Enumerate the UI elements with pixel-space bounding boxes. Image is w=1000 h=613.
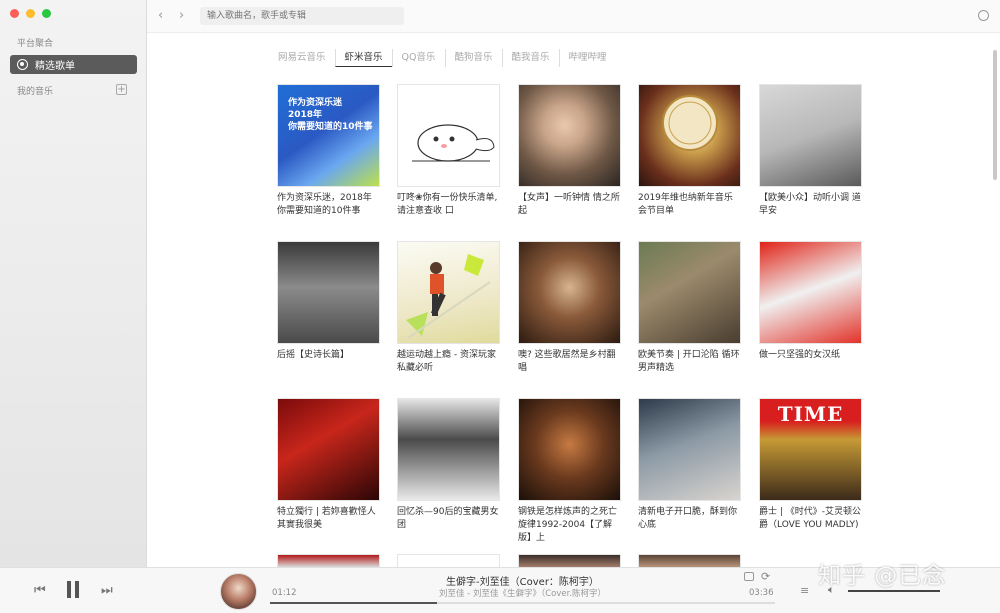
playlist-cover[interactable] [638, 241, 741, 344]
playlist-title[interactable]: 做一只坚强的女汉纸 [759, 349, 862, 362]
playlist-card[interactable]: 越运动越上瘾 - 资深玩家私藏必听 [397, 241, 500, 375]
playlist-title[interactable]: 【欧美小众】动听小调 道早安 [759, 192, 862, 218]
playlist-title[interactable]: 钢铁是怎样炼声的之死亡旋律1992-2004【了解版】上 [518, 506, 621, 545]
playlist-cover[interactable] [277, 554, 380, 567]
playlist-card[interactable] [397, 554, 500, 567]
loop-icon[interactable]: ⟳ [761, 570, 770, 583]
playlist-title[interactable]: 2019年维也纳新年音乐会节目单 [638, 192, 741, 218]
sidebar-item-label: 精选歌单 [35, 61, 75, 72]
runner-graphic-icon [406, 254, 491, 339]
playlist-cover[interactable] [638, 554, 741, 567]
playlist-title[interactable]: 爵士 | 《时代》-艾灵顿公爵（LOVE YOU MADLY) [759, 506, 862, 532]
playlist-card[interactable]: 【欧美小众】动听小调 道早安 [759, 84, 862, 218]
playlist-card[interactable] [638, 554, 741, 567]
sidebar-item-featured-playlists[interactable]: 精选歌单 [10, 55, 137, 74]
playlist-cover[interactable] [277, 241, 380, 344]
playlist-card[interactable]: 特立獨行 | 若妳喜歡怪人 其實我很美 [277, 398, 380, 532]
toolbar: ‹ › [147, 0, 1000, 33]
tab-kuwo[interactable]: 酷我音乐 [501, 49, 559, 67]
playlist-title[interactable]: 作为资深乐迷，2018年你需要知道的10件事 [277, 192, 380, 218]
playlist-cover[interactable] [518, 241, 621, 344]
song-title: 生僻字-刘至佳（Cover：陈柯宇） [446, 577, 599, 588]
tab-kugou[interactable]: 酷狗音乐 [444, 49, 502, 67]
playlist-cover[interactable] [759, 84, 862, 187]
next-icon[interactable]: ⏭ [101, 583, 113, 598]
playlist-title[interactable]: 特立獨行 | 若妳喜歡怪人 其實我很美 [277, 506, 380, 532]
concert-emblem-icon [662, 95, 718, 151]
window-controls [10, 9, 51, 18]
pause-button[interactable] [67, 581, 80, 598]
playlist-title[interactable]: 回忆杀—90后的宝藏男女团 [397, 506, 500, 532]
volume-slider[interactable] [848, 590, 940, 592]
progress-fill [270, 602, 437, 604]
forward-button[interactable]: › [179, 8, 184, 23]
tab-xiami[interactable]: 虾米音乐 [334, 49, 392, 67]
playlist-title[interactable]: 【女声】一听钟情 情之所起 [518, 192, 621, 218]
tab-bilibili[interactable]: 哔哩哔哩 [558, 49, 616, 67]
progress-bar[interactable] [270, 602, 775, 604]
playlist-card[interactable]: 噢? 这些歌居然是乡村翻唱 [518, 241, 621, 375]
playlist-cover[interactable]: TIME [759, 398, 862, 501]
playlist-title[interactable]: 噢? 这些歌居然是乡村翻唱 [518, 349, 621, 375]
playlist-card[interactable]: 作为资深乐迷 2018年 你需要知道的10件事 作为资深乐迷，2018年你需要知… [277, 84, 380, 218]
sidebar-section-my-music: 我的音乐 [17, 87, 54, 97]
minimize-window-button[interactable] [26, 9, 35, 18]
playlist-cover[interactable] [397, 241, 500, 344]
playlist-cover[interactable] [518, 398, 621, 501]
playlist-cover[interactable] [638, 84, 741, 187]
folder-add-icon[interactable] [744, 572, 754, 581]
playlist-card[interactable]: 叮咚❀你有一份快乐清单,请注意查收 口 [397, 84, 500, 218]
close-window-button[interactable] [10, 9, 19, 18]
playlist-cover[interactable] [759, 241, 862, 344]
cover-text: 作为资深乐迷 2018年 你需要知道的10件事 [288, 98, 373, 132]
cover-text: TIME [777, 402, 844, 426]
playlist-title[interactable]: 清新电子开口脆，酥到你心底 [638, 506, 741, 532]
cartoon-icon [412, 124, 495, 162]
playlist-card[interactable]: 欧美节奏 | 开口沦陷 循环男声精选 [638, 241, 741, 375]
playlist-card[interactable]: 【女声】一听钟情 情之所起 [518, 84, 621, 218]
song-artist-album: 刘至佳 - 刘至佳《生僻字》（Cover.陈柯宇） [438, 589, 607, 599]
playlist-card[interactable]: 后摇【史诗长篇】 [277, 241, 380, 362]
playlist-card[interactable]: 2019年维也纳新年音乐会节目单 [638, 84, 741, 218]
playlist-card[interactable] [277, 554, 380, 567]
disc-icon [17, 59, 28, 70]
playlist-title[interactable]: 越运动越上瘾 - 资深玩家私藏必听 [397, 349, 500, 375]
playlist-card[interactable] [518, 554, 621, 567]
playlist-title[interactable]: 后摇【史诗长篇】 [277, 349, 380, 362]
playlist-cover[interactable] [397, 84, 500, 187]
sidebar-section-platform: 平台聚合 [17, 39, 54, 49]
playlist-card[interactable]: 清新电子开口脆，酥到你心底 [638, 398, 741, 532]
tab-netease[interactable]: 网易云音乐 [278, 49, 335, 67]
gear-icon[interactable] [978, 10, 989, 21]
album-art[interactable] [220, 573, 257, 610]
search-input[interactable] [200, 7, 404, 25]
playlist-card[interactable]: 回忆杀—90后的宝藏男女团 [397, 398, 500, 532]
playlist-cover[interactable] [277, 398, 380, 501]
sidebar: 平台聚合 精选歌单 我的音乐 + [0, 0, 147, 567]
maximize-window-button[interactable] [42, 9, 51, 18]
playlist-card[interactable]: TIME 爵士 | 《时代》-艾灵顿公爵（LOVE YOU MADLY) [759, 398, 862, 532]
playlist-card[interactable]: 钢铁是怎样炼声的之死亡旋律1992-2004【了解版】上 [518, 398, 621, 545]
playlist-cover[interactable] [397, 554, 500, 567]
add-playlist-icon[interactable]: + [116, 84, 127, 95]
playlist-card[interactable]: 做一只坚强的女汉纸 [759, 241, 862, 362]
scrollbar[interactable] [993, 50, 997, 180]
playlist-cover[interactable]: 作为资深乐迷 2018年 你需要知道的10件事 [277, 84, 380, 187]
platform-tabs: 网易云音乐 虾米音乐 QQ音乐 酷狗音乐 酷我音乐 哔哩哔哩 [278, 49, 616, 67]
playlist-icon[interactable]: ≡ [800, 584, 809, 597]
playlist-cover[interactable] [518, 554, 621, 567]
playlist-title[interactable]: 叮咚❀你有一份快乐清单,请注意查收 口 [397, 192, 500, 218]
previous-icon[interactable]: ⏮ [34, 583, 46, 598]
playlist-cover[interactable] [397, 398, 500, 501]
time-total: 03:36 [749, 588, 774, 598]
watermark: 知乎 @已念 [818, 563, 947, 589]
back-button[interactable]: ‹ [158, 8, 163, 23]
tab-qq[interactable]: QQ音乐 [391, 49, 445, 67]
time-elapsed: 01:12 [272, 588, 297, 598]
playlist-cover[interactable] [518, 84, 621, 187]
playlist-title[interactable]: 欧美节奏 | 开口沦陷 循环男声精选 [638, 349, 741, 375]
playlist-cover[interactable] [638, 398, 741, 501]
